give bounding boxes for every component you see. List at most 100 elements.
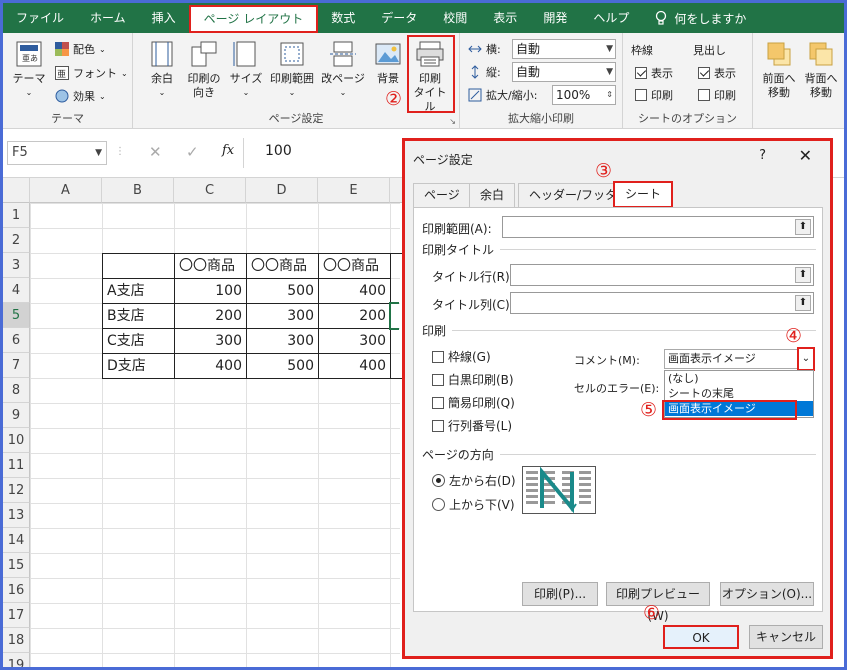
collapse-dialog-icon[interactable]: ⬆ (795, 219, 811, 235)
row-header[interactable]: 18 (3, 628, 30, 653)
row-header[interactable]: 2 (3, 228, 30, 253)
table-cell[interactable]: 100 (174, 278, 247, 304)
column-header-e[interactable]: E (318, 178, 390, 203)
table-row-label[interactable]: A支店 (102, 278, 175, 304)
table-cell[interactable]: 500 (246, 278, 319, 304)
row-header[interactable]: 3 (3, 253, 30, 278)
enter-icon[interactable]: ✓ (186, 143, 199, 161)
column-header-b[interactable]: B (102, 178, 174, 203)
help-button[interactable]: ? (759, 148, 766, 163)
table-corner-cell[interactable] (102, 253, 175, 279)
row-header[interactable]: 19 (3, 653, 30, 667)
tab-review[interactable]: 校閲 (430, 3, 480, 33)
row-column-headings-checkbox[interactable]: 行列番号(L) (432, 417, 512, 434)
tab-home[interactable]: ホーム (77, 3, 139, 33)
cancel-button[interactable]: キャンセル (749, 625, 823, 649)
background-button[interactable]: 背景 (370, 39, 406, 86)
table-cell[interactable]: 300 (174, 328, 247, 354)
column-header-d[interactable]: D (246, 178, 318, 203)
radio[interactable] (432, 498, 445, 511)
size-button[interactable]: サイズ ⌄ (229, 39, 263, 100)
collapse-dialog-icon[interactable]: ⬆ (795, 295, 811, 311)
checkbox-checked[interactable] (635, 67, 647, 79)
dropdown-option[interactable]: シートの末尾 (665, 386, 813, 401)
fonts-button[interactable]: 亜 フォント ⌄ (55, 65, 128, 81)
tab-view[interactable]: 表示 (480, 3, 530, 33)
row-header[interactable]: 1 (3, 203, 30, 228)
table-header-cell[interactable]: 〇〇商品 (174, 253, 247, 279)
tab-sheet[interactable]: シート (613, 181, 674, 208)
row-header[interactable]: 13 (3, 503, 30, 528)
row-header[interactable]: 4 (3, 278, 30, 303)
print-area-button[interactable]: 印刷範囲 ⌄ (266, 39, 318, 100)
table-cell[interactable]: 500 (246, 353, 319, 379)
checkbox[interactable] (432, 396, 444, 409)
tab-page-layout[interactable]: ページ レイアウト (188, 4, 319, 33)
table-header-cell[interactable]: 〇〇商品 (246, 253, 319, 279)
headings-print-checkbox[interactable]: 印刷 (698, 87, 736, 103)
table-cell[interactable]: 200 (174, 303, 247, 329)
black-white-checkbox[interactable]: 白黒印刷(B) (432, 371, 514, 388)
table-cell[interactable]: 300 (246, 328, 319, 354)
table-cell[interactable]: 300 (318, 328, 391, 354)
row-header[interactable]: 17 (3, 603, 30, 628)
table-cell[interactable]: 400 (318, 353, 391, 379)
radio-selected[interactable] (432, 474, 445, 487)
table-cell[interactable]: 300 (246, 303, 319, 329)
tell-me-search[interactable]: 何をしますか (642, 10, 746, 27)
orientation-button[interactable]: 印刷の 向き (183, 39, 225, 100)
title-columns-input[interactable]: ⬆ (510, 292, 814, 314)
table-cell[interactable]: 400 (174, 353, 247, 379)
height-select[interactable]: 自動 ▼ (512, 62, 616, 82)
close-icon[interactable]: ✕ (799, 146, 812, 165)
checkbox[interactable] (432, 350, 444, 363)
themes-button[interactable]: 亜あ テーマ ⌄ (9, 39, 49, 100)
ok-button[interactable]: OK (663, 625, 739, 649)
more-options-icon[interactable]: ⋮ (115, 146, 125, 157)
select-all-corner[interactable] (3, 178, 30, 203)
tab-data[interactable]: データ (368, 3, 430, 33)
active-cell-f5[interactable] (389, 302, 399, 330)
print-button[interactable]: 印刷(P)... (522, 582, 598, 606)
breaks-button[interactable]: 改ページ ⌄ (321, 39, 365, 100)
row-header[interactable]: 14 (3, 528, 30, 553)
tab-page[interactable]: ページ (413, 183, 471, 207)
title-rows-input[interactable]: ⬆ (510, 264, 814, 286)
insert-function-icon[interactable]: fx (222, 143, 234, 158)
top-to-bottom-radio[interactable]: 上から下(V) (432, 496, 515, 513)
cancel-icon[interactable]: ✕ (149, 143, 162, 161)
tab-file[interactable]: ファイル (3, 3, 77, 33)
table-row-label[interactable]: C支店 (102, 328, 175, 354)
gridlines-view-checkbox[interactable]: 表示 (635, 65, 673, 81)
checkbox[interactable] (635, 89, 647, 101)
table-header-cell[interactable]: 〇〇商品 (318, 253, 391, 279)
checkbox[interactable] (698, 89, 710, 101)
table-cell[interactable]: 200 (318, 303, 391, 329)
column-header-c[interactable]: C (174, 178, 246, 203)
draft-quality-checkbox[interactable]: 簡易印刷(Q) (432, 394, 515, 411)
left-to-right-radio[interactable]: 左から右(D) (432, 472, 516, 489)
row-header[interactable]: 9 (3, 403, 30, 428)
row-header[interactable]: 12 (3, 478, 30, 503)
chevron-down-icon[interactable]: ⌄ (797, 347, 815, 371)
row-header[interactable]: 16 (3, 578, 30, 603)
row-header[interactable]: 7 (3, 353, 30, 378)
scale-spinner[interactable]: 100% ⇕ (552, 85, 616, 105)
margins-button[interactable]: 余白 ⌄ (143, 39, 181, 100)
colors-button[interactable]: 配色 ⌄ (55, 41, 106, 57)
tab-insert[interactable]: 挿入 (139, 3, 189, 33)
tab-formulas[interactable]: 数式 (318, 3, 368, 33)
tab-developer[interactable]: 開発 (530, 3, 580, 33)
row-header[interactable]: 10 (3, 428, 30, 453)
headings-view-checkbox[interactable]: 表示 (698, 65, 736, 81)
gridlines-print-checkbox[interactable]: 印刷 (635, 87, 673, 103)
row-header[interactable]: 15 (3, 553, 30, 578)
checkbox[interactable] (432, 419, 444, 432)
print-area-input[interactable]: ⬆ (502, 216, 814, 238)
row-header[interactable]: 11 (3, 453, 30, 478)
comments-select[interactable]: 画面表示イメージ (664, 349, 814, 369)
formula-input[interactable]: 100 (265, 143, 292, 159)
effects-button[interactable]: 効果 ⌄ (55, 88, 106, 104)
table-cell[interactable]: 400 (318, 278, 391, 304)
bring-forward-button[interactable]: 前面へ 移動 (759, 39, 799, 100)
